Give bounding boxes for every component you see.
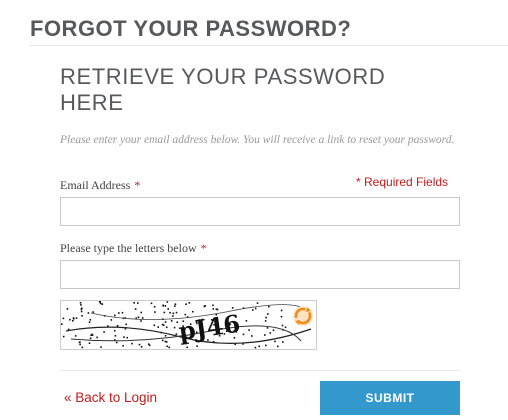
email-input[interactable] [60,197,460,226]
title-divider [30,45,508,46]
captcha-noise: pJ46 [61,301,312,349]
back-to-login-link[interactable]: « Back to Login [64,390,157,405]
captcha-required-mark: * [200,241,207,255]
email-required-mark: * [134,178,141,192]
captcha-input[interactable] [60,260,460,289]
email-label: Email Address * [60,178,140,193]
footer-divider [60,370,460,371]
section-title: RETRIEVE YOUR PASSWORD HERE [60,64,386,115]
captcha-image: pJ46 [60,300,317,350]
submit-button[interactable]: SUBMIT [320,381,460,415]
captcha-label: Please type the letters below * [60,241,207,256]
required-fields-note: * Required Fields [356,175,449,189]
email-label-text: Email Address [60,178,131,192]
captcha-label-text: Please type the letters below [60,241,197,255]
page-title: FORGOT YOUR PASSWORD? [30,16,352,41]
captcha-text: pJ46 [177,309,242,346]
instructions-text: Please enter your email address below. Y… [60,134,455,146]
refresh-icon[interactable] [292,305,314,327]
